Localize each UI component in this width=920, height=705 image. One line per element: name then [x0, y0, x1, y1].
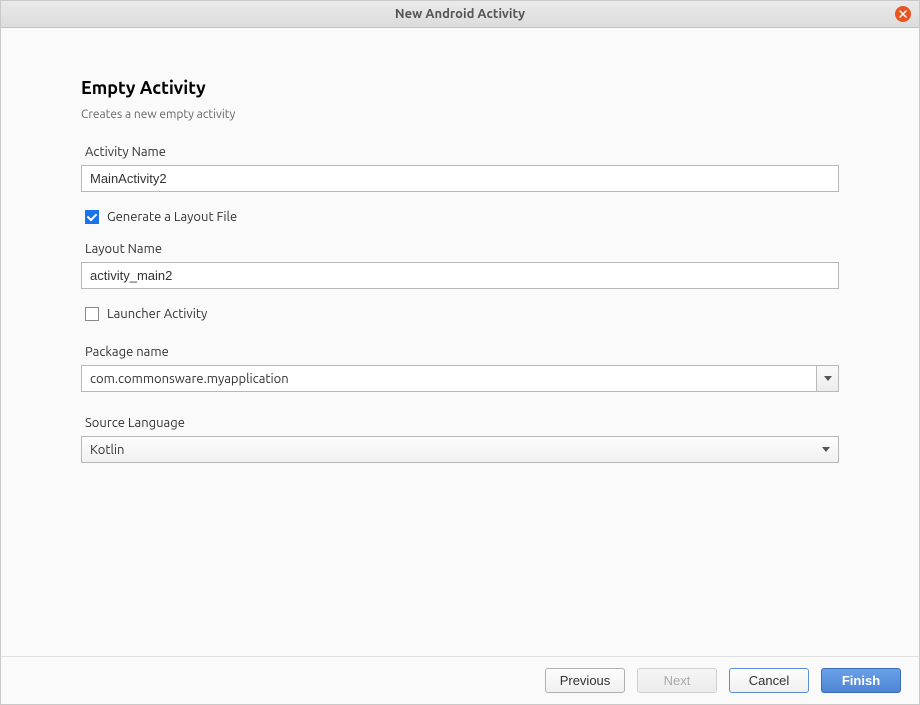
generate-layout-label[interactable]: Generate a Layout File	[107, 210, 237, 224]
previous-button[interactable]: Previous	[545, 668, 625, 693]
source-language-row: Source Language Kotlin	[81, 416, 839, 463]
close-icon	[899, 10, 907, 18]
source-language-label: Source Language	[81, 416, 839, 430]
next-button: Next	[637, 668, 717, 693]
layout-name-label: Layout Name	[81, 242, 839, 256]
source-language-value: Kotlin	[90, 443, 822, 457]
title-bar: New Android Activity	[1, 1, 919, 28]
source-language-dropdown[interactable]: Kotlin	[81, 436, 839, 463]
layout-name-input[interactable]	[81, 262, 839, 289]
package-name-dropdown-button[interactable]	[816, 366, 838, 391]
activity-name-input[interactable]	[81, 165, 839, 192]
page-title: Empty Activity	[81, 78, 839, 98]
chevron-down-icon	[824, 376, 832, 381]
launcher-activity-checkbox[interactable]	[85, 307, 99, 321]
dialog-window: New Android Activity Empty Activity Crea…	[0, 0, 920, 705]
page-subtitle: Creates a new empty activity	[81, 108, 839, 121]
launcher-activity-row: Launcher Activity	[81, 307, 839, 321]
package-name-row: Package name com.commonsware.myapplicati…	[81, 345, 839, 392]
package-name-value: com.commonsware.myapplication	[82, 366, 816, 391]
package-name-combo[interactable]: com.commonsware.myapplication	[81, 365, 839, 392]
cancel-button[interactable]: Cancel	[729, 668, 809, 693]
activity-name-label: Activity Name	[81, 145, 839, 159]
window-title: New Android Activity	[395, 7, 525, 21]
generate-layout-checkbox[interactable]	[85, 210, 99, 224]
layout-name-row: Layout Name	[81, 242, 839, 289]
finish-button[interactable]: Finish	[821, 668, 901, 693]
dialog-content: Empty Activity Creates a new empty activ…	[1, 28, 919, 656]
launcher-activity-label[interactable]: Launcher Activity	[107, 307, 207, 321]
dialog-footer: Previous Next Cancel Finish	[1, 656, 919, 704]
package-name-label: Package name	[81, 345, 839, 359]
generate-layout-row: Generate a Layout File	[81, 210, 839, 224]
chevron-down-icon	[822, 447, 830, 452]
close-button[interactable]	[895, 6, 911, 22]
activity-name-row: Activity Name	[81, 145, 839, 192]
